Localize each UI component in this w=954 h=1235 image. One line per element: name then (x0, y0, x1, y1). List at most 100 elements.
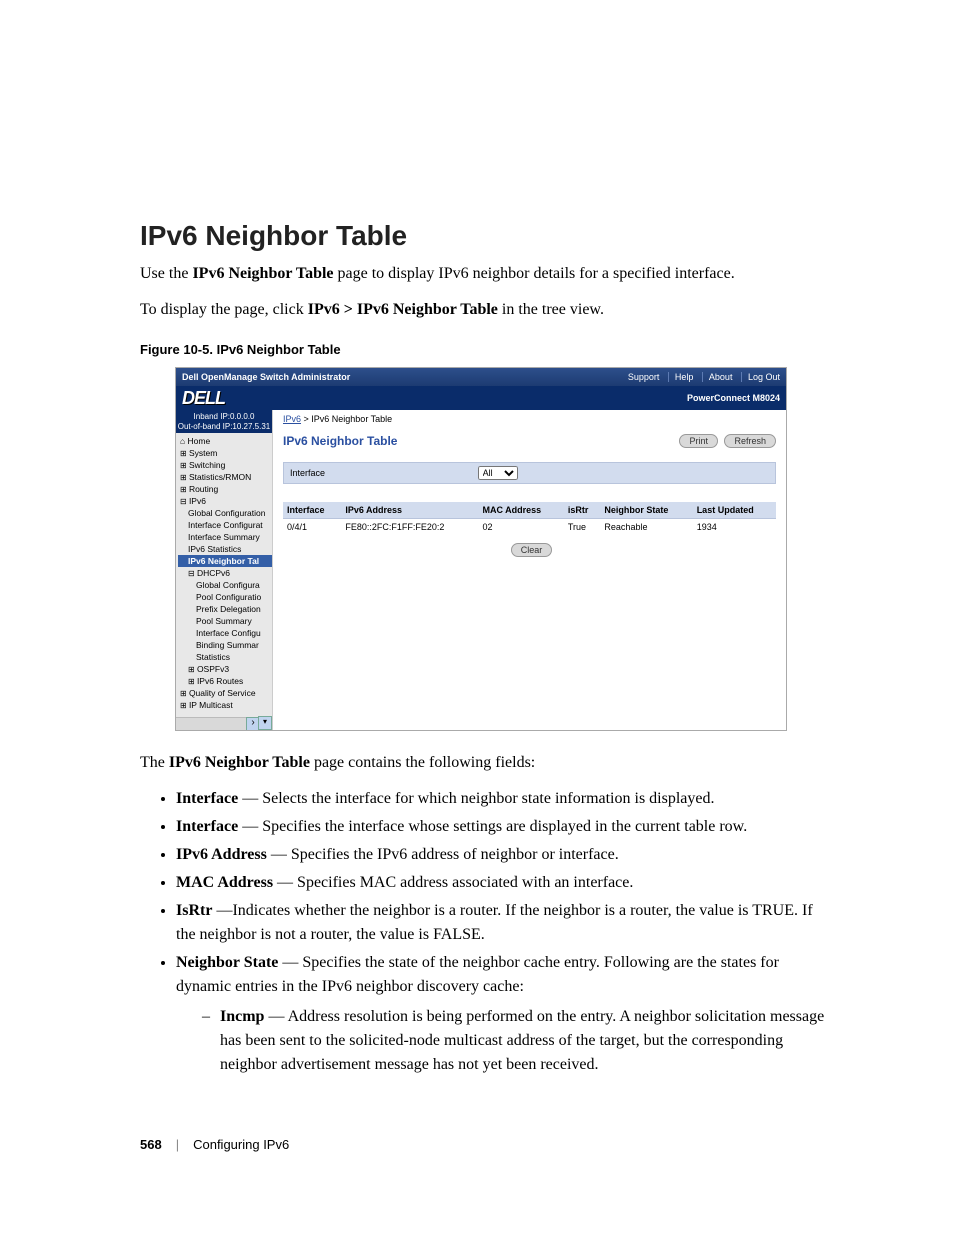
titlebar-links: Support Help About Log Out (616, 372, 780, 382)
cell-isrtr: True (564, 519, 601, 536)
col-isrtr: isRtr (564, 502, 601, 519)
tree-global-config[interactable]: Global Configuration (178, 507, 272, 519)
neighbor-table: Interface IPv6 Address MAC Address isRtr… (283, 502, 776, 535)
refresh-button[interactable]: Refresh (724, 434, 776, 448)
list-item: IsRtr —Indicates whether the neighbor is… (176, 899, 834, 947)
breadcrumb-ipv6[interactable]: IPv6 (283, 414, 301, 424)
text: — Specifies MAC address associated with … (273, 874, 633, 891)
tree-switching[interactable]: Switching (178, 459, 272, 471)
breadcrumb-sep: > (301, 414, 311, 424)
ip-box: Inband IP:0.0.0.0 Out-of-band IP:10.27.5… (176, 410, 272, 433)
col-ipv6-address: IPv6 Address (341, 502, 478, 519)
scrollbar-vertical-thumb[interactable]: ▾ (258, 716, 272, 730)
col-mac-address: MAC Address (478, 502, 563, 519)
tree-system[interactable]: System (178, 447, 272, 459)
tree-ipv6-statistics[interactable]: IPv6 Statistics (178, 543, 272, 555)
link-about[interactable]: About (702, 372, 733, 382)
term-ipv6-address: IPv6 Address (176, 846, 267, 863)
cell-last-updated: 1934 (693, 519, 776, 536)
tree-home[interactable]: Home (178, 435, 272, 447)
cell-ipv6-address: FE80::2FC:F1FF:FE20:2 (341, 519, 478, 536)
text: page to display IPv6 neighbor details fo… (334, 265, 735, 282)
tree-routing[interactable]: Routing (178, 483, 272, 495)
text: — Specifies the interface whose settings… (238, 818, 747, 835)
tree-dhcp-stats[interactable]: Statistics (178, 651, 272, 663)
list-item: MAC Address — Specifies MAC address asso… (176, 871, 834, 895)
tree-ipv6-neighbor-table[interactable]: IPv6 Neighbor Tal (178, 555, 272, 567)
field-list: Interface — Selects the interface for wh… (176, 787, 834, 1077)
tree-last[interactable]: IP Multicast (178, 699, 272, 711)
text: The (140, 754, 169, 771)
cell-neighbor-state: Reachable (600, 519, 692, 536)
tree-dhcp-global[interactable]: Global Configura (178, 579, 272, 591)
brandbar: DELL PowerConnect M8024 (176, 386, 786, 410)
list-item: Neighbor State — Specifies the state of … (176, 951, 834, 1077)
cell-mac-address: 02 (478, 519, 563, 536)
intro-para-1: Use the IPv6 Neighbor Table page to disp… (140, 262, 834, 286)
tree-ospfv3[interactable]: OSPFv3 (178, 663, 272, 675)
screenshot: Dell OpenManage Switch Administrator Sup… (175, 367, 787, 731)
clear-button[interactable]: Clear (511, 543, 553, 557)
scrollbar-horizontal[interactable] (176, 717, 260, 730)
pane-title: IPv6 Neighbor Table (283, 434, 397, 448)
text: — Address resolution is being performed … (220, 1008, 824, 1073)
intro-para-2: To display the page, click IPv6 > IPv6 N… (140, 298, 834, 322)
sublist: Incmp — Address resolution is being perf… (202, 1005, 834, 1077)
tree-dhcp-prefix[interactable]: Prefix Delegation (178, 603, 272, 615)
breadcrumb: IPv6 > IPv6 Neighbor Table (283, 414, 776, 424)
text: —Indicates whether the neighbor is a rou… (176, 902, 813, 943)
term-interface: Interface (176, 790, 238, 807)
tree-dhcp-iconf[interactable]: Interface Configu (178, 627, 272, 639)
link-support[interactable]: Support (622, 372, 660, 382)
tree-ipv6[interactable]: IPv6 (178, 495, 272, 507)
link-help[interactable]: Help (668, 372, 694, 382)
col-last-updated: Last Updated (693, 502, 776, 519)
tree-dhcpv6[interactable]: DHCPv6 (178, 567, 272, 579)
text: in the tree view. (498, 301, 604, 318)
tree-stats[interactable]: Statistics/RMON (178, 471, 272, 483)
tree-dhcp-poolsum[interactable]: Pool Summary (178, 615, 272, 627)
term-ipv6-neighbor-table-2: IPv6 Neighbor Table (169, 754, 310, 771)
term-ipv6-neighbor-table: IPv6 Neighbor Table (192, 265, 333, 282)
content-pane: IPv6 > IPv6 Neighbor Table IPv6 Neighbor… (273, 410, 786, 730)
text: — Selects the interface for which neighb… (238, 790, 714, 807)
tree-qos[interactable]: Quality of Service (178, 687, 272, 699)
chapter-title: Configuring IPv6 (193, 1137, 289, 1152)
term-interface-2: Interface (176, 818, 238, 835)
dell-logo: DELL (182, 388, 225, 409)
print-button[interactable]: Print (679, 434, 718, 448)
breadcrumb-current: IPv6 Neighbor Table (311, 414, 392, 424)
cell-interface: 0/4/1 (283, 519, 341, 536)
text: To display the page, click (140, 301, 308, 318)
col-interface: Interface (283, 502, 341, 519)
page-number: 568 (140, 1137, 162, 1152)
fields-intro: The IPv6 Neighbor Table page contains th… (140, 751, 834, 775)
tree-interface-config[interactable]: Interface Configurat (178, 519, 272, 531)
nav-tree: Inband IP:0.0.0.0 Out-of-band IP:10.27.5… (176, 410, 273, 730)
footer-separator: | (176, 1137, 179, 1152)
figure-caption: Figure 10-5. IPv6 Neighbor Table (140, 342, 834, 357)
filter-label: Interface (290, 468, 325, 478)
term-incmp: Incmp (220, 1008, 264, 1025)
titlebar: Dell OpenManage Switch Administrator Sup… (176, 368, 786, 386)
link-logout[interactable]: Log Out (741, 372, 780, 382)
table-row: 0/4/1 FE80::2FC:F1FF:FE20:2 02 True Reac… (283, 519, 776, 536)
tree-dhcp-binding[interactable]: Binding Summar (178, 639, 272, 651)
text: — Specifies the IPv6 address of neighbor… (267, 846, 619, 863)
ip-oob: Out-of-band IP:10.27.5.31 (176, 422, 272, 432)
sublist-item: Incmp — Address resolution is being perf… (202, 1005, 834, 1077)
interface-select[interactable]: All (478, 466, 518, 480)
term-mac-address: MAC Address (176, 874, 273, 891)
list-item: Interface — Specifies the interface whos… (176, 815, 834, 839)
titlebar-text: Dell OpenManage Switch Administrator (182, 372, 350, 382)
page-heading: IPv6 Neighbor Table (140, 220, 834, 252)
text: Use the (140, 265, 192, 282)
term-isrtr: IsRtr (176, 902, 212, 919)
tree-dhcp-pool[interactable]: Pool Configuratio (178, 591, 272, 603)
tree-interface-summary[interactable]: Interface Summary (178, 531, 272, 543)
col-neighbor-state: Neighbor State (600, 502, 692, 519)
tree-ipv6-routes[interactable]: IPv6 Routes (178, 675, 272, 687)
text: page contains the following fields: (310, 754, 535, 771)
list-item: IPv6 Address — Specifies the IPv6 addres… (176, 843, 834, 867)
model-label: PowerConnect M8024 (687, 393, 780, 403)
